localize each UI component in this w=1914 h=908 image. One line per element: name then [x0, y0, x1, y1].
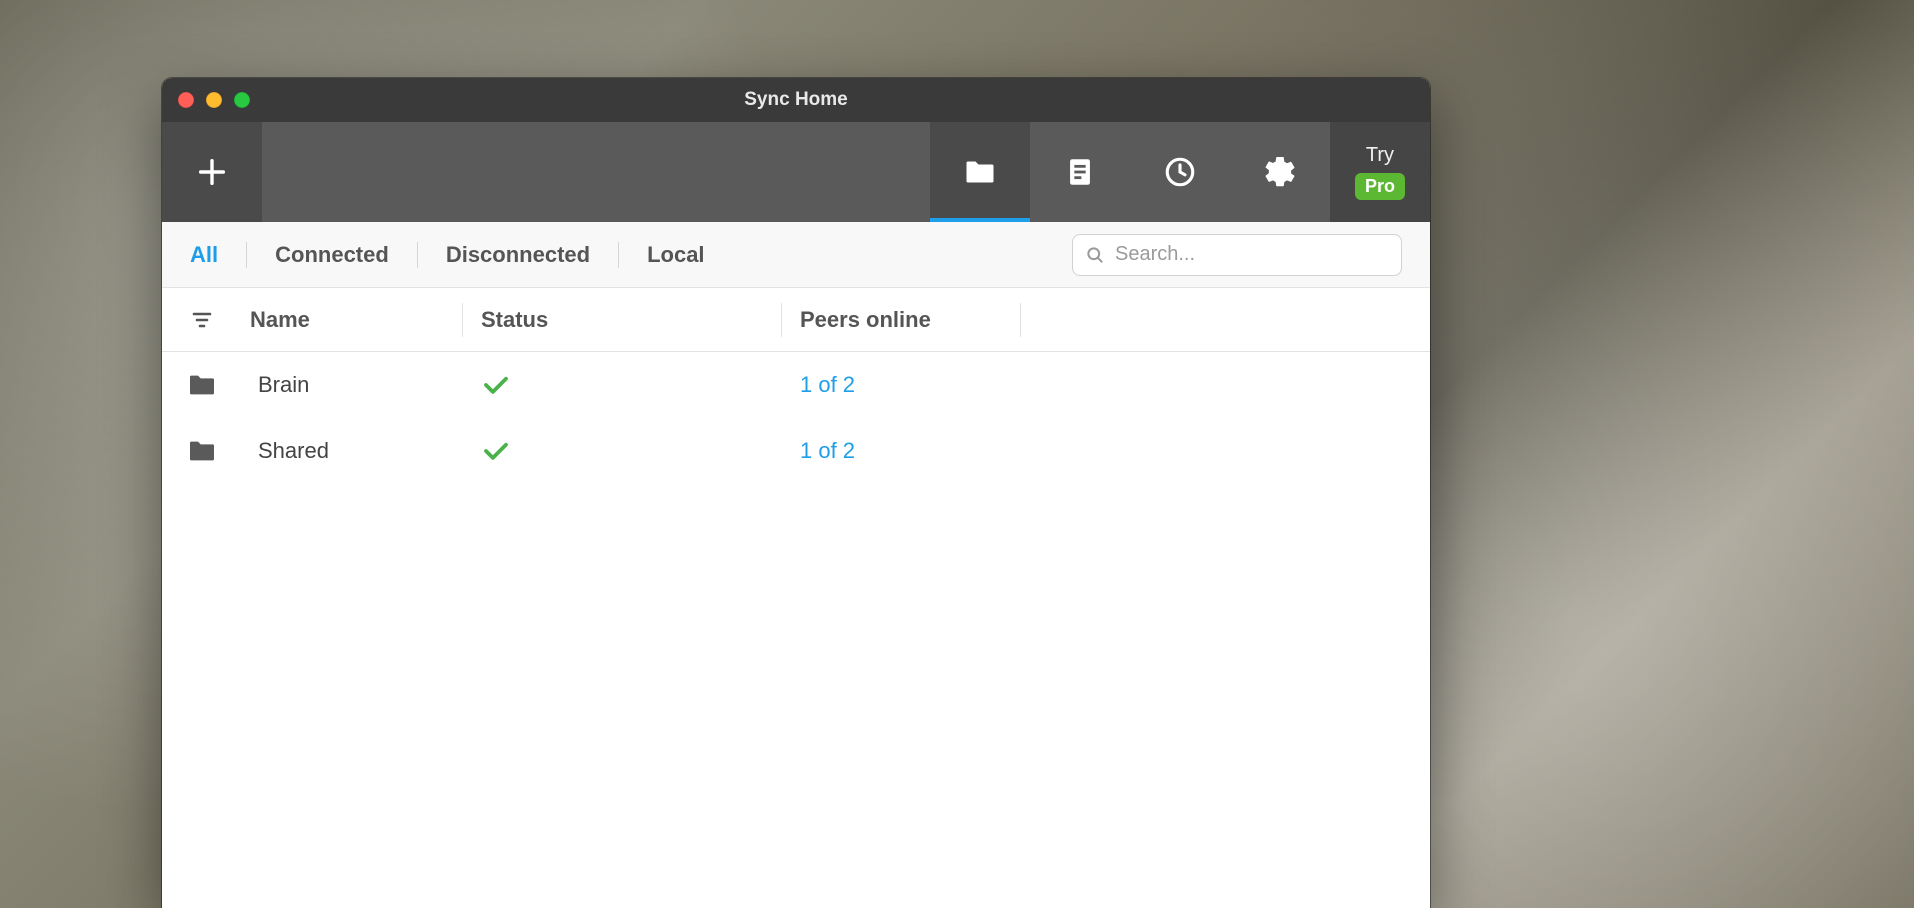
- fullscreen-window-button[interactable]: [234, 92, 250, 108]
- try-pro-button[interactable]: Try Pro: [1330, 122, 1430, 222]
- titlebar: Sync Home: [162, 78, 1430, 122]
- folder-name: Brain: [242, 372, 462, 398]
- check-icon: [481, 370, 511, 400]
- column-header-status[interactable]: Status: [481, 307, 781, 333]
- document-icon: [1063, 155, 1097, 189]
- filter-tab-connected[interactable]: Connected: [247, 242, 417, 268]
- plus-icon: [195, 155, 229, 189]
- search-icon: [1085, 245, 1105, 265]
- folders-tab[interactable]: [930, 122, 1030, 222]
- column-separator: [462, 303, 463, 337]
- peers-online-value: 1 of 2: [800, 372, 1020, 398]
- column-headers: Name Status Peers online: [162, 288, 1430, 352]
- column-header-name[interactable]: Name: [242, 307, 462, 333]
- folder-row[interactable]: Brain 1 of 2: [162, 352, 1430, 418]
- window-controls: [162, 92, 250, 108]
- peers-online-value: 1 of 2: [800, 438, 1020, 464]
- filter-tab-all[interactable]: All: [190, 242, 246, 268]
- check-icon: [481, 436, 511, 466]
- gear-icon: [1262, 154, 1298, 190]
- app-window: Sync Home Try Pro: [162, 78, 1430, 908]
- search-input[interactable]: [1115, 243, 1389, 266]
- folder-icon: [962, 154, 998, 190]
- add-button[interactable]: [162, 122, 262, 222]
- filter-tab-disconnected[interactable]: Disconnected: [418, 242, 618, 268]
- pro-badge: Pro: [1355, 173, 1405, 200]
- minimize-window-button[interactable]: [206, 92, 222, 108]
- folder-icon: [186, 369, 218, 401]
- window-title: Sync Home: [162, 89, 1430, 111]
- folder-name: Shared: [242, 438, 462, 464]
- filter-tab-local[interactable]: Local: [619, 242, 732, 268]
- settings-tab[interactable]: [1230, 122, 1330, 222]
- clock-icon: [1163, 155, 1197, 189]
- folder-icon: [186, 435, 218, 467]
- filter-icon[interactable]: [190, 308, 214, 332]
- column-header-peers[interactable]: Peers online: [800, 307, 1020, 333]
- folder-row[interactable]: Shared 1 of 2: [162, 418, 1430, 484]
- search-field[interactable]: [1072, 234, 1402, 276]
- try-pro-label: Try: [1366, 144, 1394, 167]
- column-separator: [1020, 303, 1021, 337]
- desktop-background: Sync Home Try Pro: [0, 0, 1914, 908]
- column-separator: [781, 303, 782, 337]
- filter-bar: All Connected Disconnected Local: [162, 222, 1430, 288]
- close-window-button[interactable]: [178, 92, 194, 108]
- feed-tab[interactable]: [1030, 122, 1130, 222]
- toolbar: Try Pro: [162, 122, 1430, 222]
- folder-list: Brain 1 of 2 Shared 1 of 2: [162, 352, 1430, 908]
- history-tab[interactable]: [1130, 122, 1230, 222]
- toolbar-spacer: [262, 122, 930, 222]
